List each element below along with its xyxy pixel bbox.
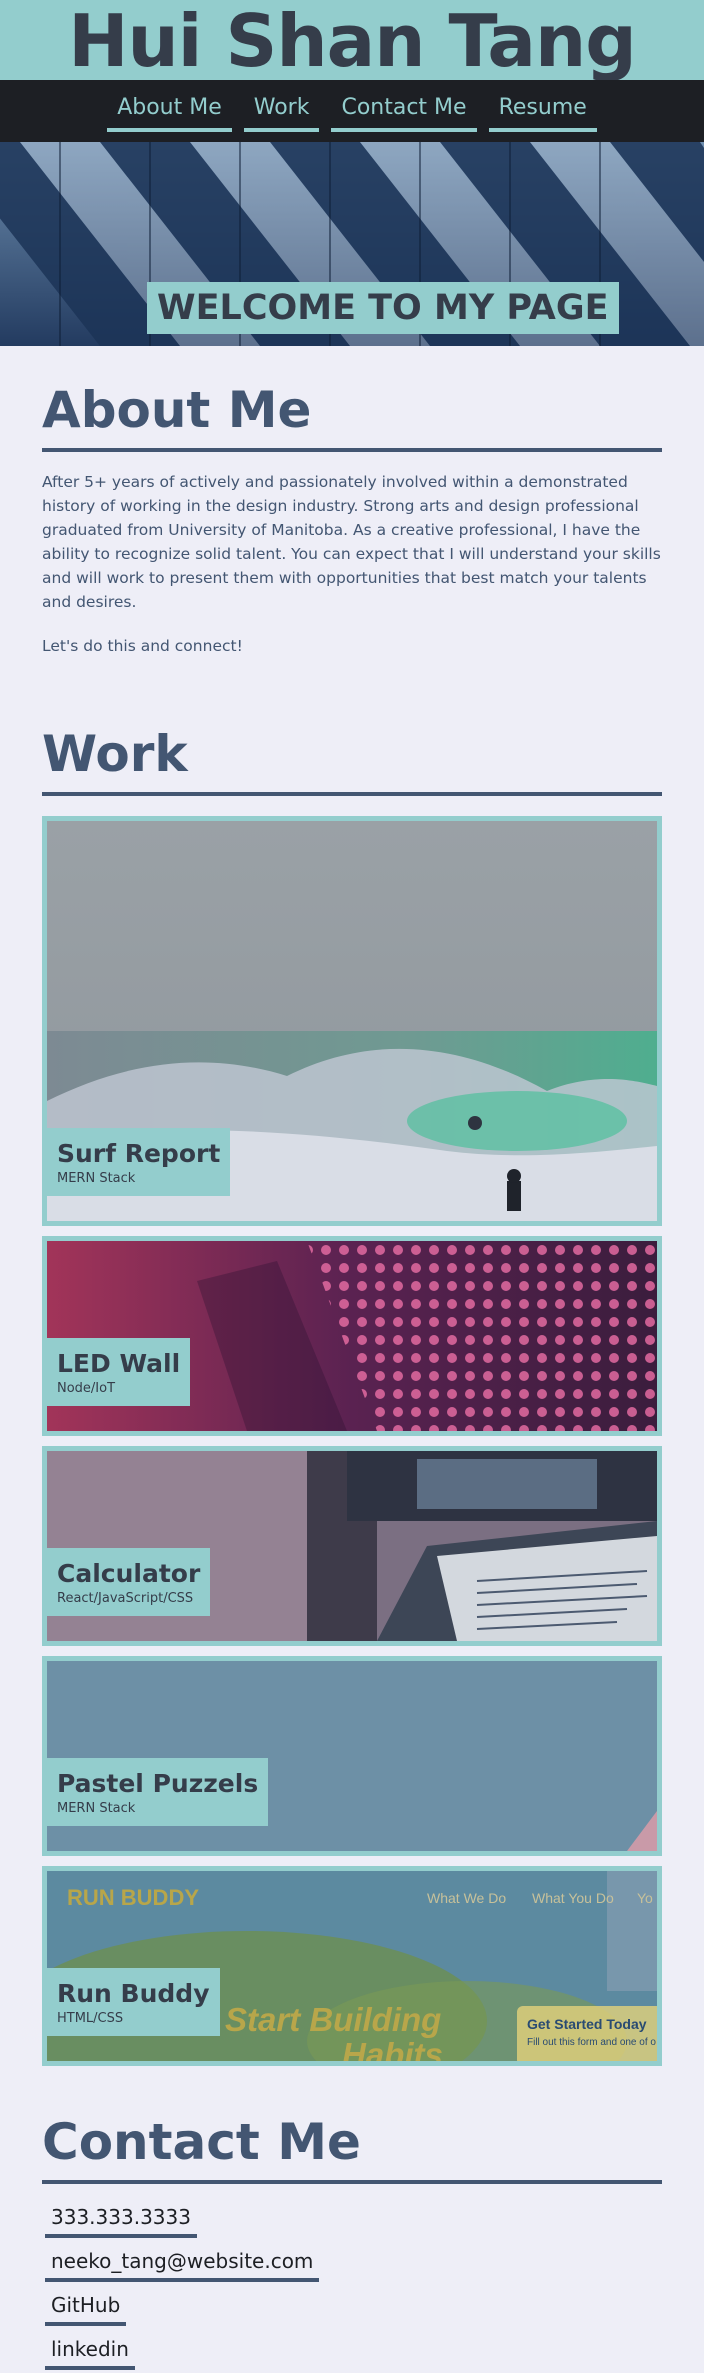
project-title: Run Buddy <box>57 1979 210 2008</box>
project-tech: HTML/CSS <box>57 2011 124 2026</box>
project-card-run-buddy[interactable]: RUN BUDDY What We Do What You Do Yo Star… <box>42 1866 662 2066</box>
project-card-led-wall[interactable]: LED Wall Node/IoT <box>42 1236 662 1436</box>
project-caption: LED Wall Node/IoT <box>47 1338 191 1406</box>
hero-title: WELCOME TO MY PAGE <box>147 282 619 334</box>
run-buddy-nav-text-2: What You Do <box>532 1890 614 1906</box>
contact-github-link[interactable]: GitHub <box>45 2292 127 2326</box>
surfer-silhouette <box>507 1181 521 1211</box>
project-card-surf-report[interactable]: Surf Report MERN Stack <box>42 816 662 1226</box>
main-content: About Me After 5+ years of actively and … <box>0 346 704 2370</box>
project-title: Surf Report <box>57 1139 221 1168</box>
project-caption: Pastel Puzzels MERN Stack <box>47 1758 269 1826</box>
nav-about-me[interactable]: About Me <box>107 94 232 132</box>
top-nav: About Me Work Contact Me Resume <box>0 80 704 142</box>
project-caption: Surf Report MERN Stack <box>47 1128 231 1196</box>
about-section: About Me After 5+ years of actively and … <box>42 346 662 658</box>
project-tech: MERN Stack <box>57 1801 136 1816</box>
nav-work[interactable]: Work <box>243 94 320 132</box>
site-title: Hui Shan Tang <box>68 0 637 80</box>
project-caption: Run Buddy HTML/CSS <box>47 1968 220 2036</box>
project-card-pastel-puzzels[interactable]: Pastel Puzzels MERN Stack <box>42 1656 662 1856</box>
run-buddy-logo-text: RUN BUDDY <box>67 1885 199 1910</box>
about-heading: About Me <box>42 380 662 452</box>
contact-list: 333.333.3333 neeko_tang@website.com GitH… <box>42 2204 662 2370</box>
site-header: Hui Shan Tang <box>0 0 704 80</box>
contact-heading: Contact Me <box>42 2112 662 2184</box>
project-tech: Node/IoT <box>57 1381 116 1396</box>
nav-contact-me[interactable]: Contact Me <box>331 94 477 132</box>
hero-banner: WELCOME TO MY PAGE <box>0 142 704 346</box>
run-buddy-nav-text-1: What We Do <box>427 1890 506 1906</box>
project-tech: React/JavaScript/CSS <box>57 1591 194 1606</box>
run-buddy-headline-text: Start Building <box>225 2001 441 2038</box>
project-title: Calculator <box>57 1559 201 1588</box>
contact-linkedin-link[interactable]: linkedin <box>45 2336 135 2370</box>
project-card-calculator[interactable]: Calculator React/JavaScript/CSS <box>42 1446 662 1646</box>
project-tech: MERN Stack <box>57 1171 136 1186</box>
run-buddy-nav-text-3: Yo <box>637 1890 653 1906</box>
contact-section: Contact Me 333.333.3333 neeko_tang@websi… <box>42 2076 662 2370</box>
contact-phone-link[interactable]: 333.333.3333 <box>45 2204 197 2238</box>
contact-email-link[interactable]: neeko_tang@website.com <box>45 2248 320 2282</box>
about-paragraph: After 5+ years of actively and passionat… <box>42 473 661 611</box>
run-buddy-cta-sub: Fill out this form and one of o <box>527 2037 656 2048</box>
run-buddy-cta-title: Get Started Today <box>527 2016 647 2032</box>
about-closing: Let's do this and connect! <box>42 637 243 655</box>
work-section: Work Surf Report MERN Stack LED Wall Nod… <box>42 658 662 2066</box>
project-caption: Calculator React/JavaScript/CSS <box>47 1548 211 1616</box>
work-heading: Work <box>42 724 662 796</box>
project-title: LED Wall <box>57 1349 181 1378</box>
run-buddy-headline-text-2: Habits <box>342 2036 443 2061</box>
project-title: Pastel Puzzels <box>57 1769 259 1798</box>
nav-resume[interactable]: Resume <box>488 94 597 132</box>
work-list: Surf Report MERN Stack LED Wall Node/IoT… <box>42 816 662 2066</box>
